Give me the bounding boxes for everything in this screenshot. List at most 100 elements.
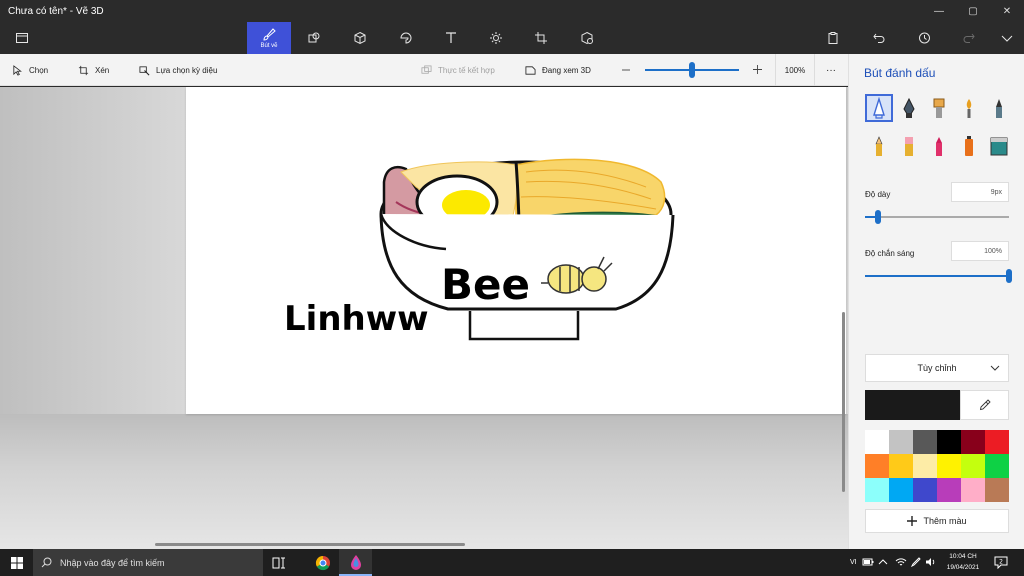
eyedropper-button[interactable]: [960, 390, 1009, 420]
brush-marker[interactable]: [865, 94, 893, 122]
notification-center-icon[interactable]: 2: [994, 555, 1008, 569]
tab-2d-shapes[interactable]: [292, 22, 336, 54]
paint3d-taskbar-button[interactable]: [339, 549, 372, 576]
brush-watercolor[interactable]: [955, 94, 983, 122]
expand-button[interactable]: [985, 22, 1024, 54]
chevron-down-icon: [1001, 35, 1013, 42]
fill-bucket-icon: [990, 137, 1008, 156]
view-3d-button[interactable]: Đang xem 3D: [525, 54, 591, 86]
taskbar-search[interactable]: Nhập vào đây để tìm kiếm: [33, 549, 263, 576]
palette-swatch[interactable]: [889, 454, 913, 478]
cube-icon: [354, 31, 366, 45]
marker-icon: [873, 97, 885, 119]
brush-calligraphy-pen[interactable]: [895, 94, 923, 122]
tab-3d-shapes[interactable]: [338, 22, 382, 54]
volume-icon[interactable]: [925, 557, 937, 567]
shapes-2d-icon: [308, 32, 320, 43]
tab-stickers[interactable]: [384, 22, 428, 54]
wifi-icon[interactable]: [895, 557, 907, 567]
color-palette: [865, 430, 1009, 502]
history-button[interactable]: [902, 22, 946, 54]
system-clock[interactable]: 10:04 CH 19/04/2021: [940, 551, 986, 573]
tab-effects[interactable]: [474, 22, 518, 54]
tab-3d-library[interactable]: [565, 22, 609, 54]
signature-text: Linhww: [284, 299, 429, 339]
tab-brushes[interactable]: Bút vẽ: [247, 22, 291, 54]
close-button[interactable]: ✕: [990, 0, 1024, 22]
palette-swatch[interactable]: [913, 478, 937, 502]
clock-time: 10:04 CH: [949, 553, 977, 560]
brush-pencil[interactable]: [865, 132, 893, 160]
paste-button[interactable]: [811, 22, 855, 54]
palette-swatch[interactable]: [985, 454, 1009, 478]
palette-swatch[interactable]: [937, 430, 961, 454]
thickness-slider-thumb[interactable]: [874, 210, 881, 224]
palette-swatch[interactable]: [865, 478, 889, 502]
chrome-taskbar-button[interactable]: [306, 549, 339, 576]
eraser-icon: [905, 137, 913, 156]
magic-select-label: Lựa chọn kỳ diệu: [156, 65, 218, 75]
magic-select-tool[interactable]: Lựa chọn kỳ diệu: [139, 54, 217, 86]
color-mode-dropdown[interactable]: Tùy chỉnh: [865, 354, 1009, 382]
brush-fill[interactable]: [985, 132, 1013, 160]
palette-swatch[interactable]: [961, 430, 985, 454]
chevron-up-icon[interactable]: [878, 558, 888, 566]
current-color-swatch[interactable]: [865, 390, 960, 420]
horizontal-scrollbar[interactable]: [155, 543, 465, 546]
window-title: Chưa có tên* - Vẽ 3D: [8, 5, 104, 17]
opacity-slider-thumb[interactable]: [1006, 269, 1012, 283]
calligraphy-pen-icon: [903, 97, 915, 118]
thickness-slider-track[interactable]: [865, 216, 1009, 218]
opacity-input[interactable]: 100%: [951, 241, 1009, 261]
task-view-button[interactable]: [262, 549, 295, 576]
palette-swatch[interactable]: [937, 478, 961, 502]
zoom-out-icon[interactable]: [621, 66, 631, 74]
workspace-floor: [0, 414, 848, 549]
palette-swatch[interactable]: [913, 430, 937, 454]
view-3d-icon: [525, 65, 536, 75]
vertical-scrollbar[interactable]: [842, 312, 845, 492]
brush-pixel-pen[interactable]: [985, 94, 1013, 122]
menu-button[interactable]: [0, 22, 44, 54]
tab-text[interactable]: [429, 22, 473, 54]
palette-swatch[interactable]: [961, 478, 985, 502]
palette-swatch[interactable]: [889, 430, 913, 454]
crayon-icon: [936, 137, 942, 156]
thickness-label: Độ dày: [865, 190, 891, 199]
undo-button[interactable]: [857, 22, 901, 54]
palette-swatch[interactable]: [961, 454, 985, 478]
brush-oil[interactable]: [925, 94, 953, 122]
thickness-input[interactable]: 9px: [951, 182, 1009, 202]
palette-swatch[interactable]: [865, 454, 889, 478]
palette-swatch[interactable]: [985, 478, 1009, 502]
minimize-button[interactable]: —: [922, 0, 956, 22]
watercolor-brush-icon: [966, 99, 972, 118]
language-indicator[interactable]: VI: [850, 549, 857, 576]
brush-spray-can[interactable]: [955, 132, 983, 160]
palette-swatch[interactable]: [985, 430, 1009, 454]
battery-icon[interactable]: [862, 557, 874, 567]
mixed-reality-button[interactable]: Thực tế kết hợp: [421, 54, 495, 86]
palette-swatch[interactable]: [889, 478, 913, 502]
brush-crayon[interactable]: [925, 132, 953, 160]
palette-swatch[interactable]: [937, 454, 961, 478]
maximize-button[interactable]: ▢: [956, 0, 990, 22]
start-button[interactable]: [0, 549, 33, 576]
more-options-button[interactable]: ···: [826, 54, 836, 86]
drawing-canvas[interactable]: Bee Linhww: [186, 87, 846, 414]
search-icon: [41, 557, 52, 568]
pen-workspace-icon[interactable]: [911, 557, 921, 567]
zoom-in-icon[interactable]: [752, 64, 763, 75]
opacity-label: Độ chắn sáng: [865, 249, 915, 258]
zoom-level[interactable]: 100%: [775, 54, 815, 86]
crop-tool[interactable]: Xén: [78, 54, 109, 86]
palette-swatch[interactable]: [913, 454, 937, 478]
zoom-slider-thumb[interactable]: [689, 62, 695, 78]
palette-swatch[interactable]: [865, 430, 889, 454]
tab-canvas[interactable]: [519, 22, 563, 54]
add-color-button[interactable]: Thêm màu: [865, 509, 1009, 533]
pencil-icon: [875, 136, 883, 156]
brush-eraser[interactable]: [895, 132, 923, 160]
plus-icon: [907, 516, 918, 526]
select-tool[interactable]: Chọn: [12, 54, 48, 86]
